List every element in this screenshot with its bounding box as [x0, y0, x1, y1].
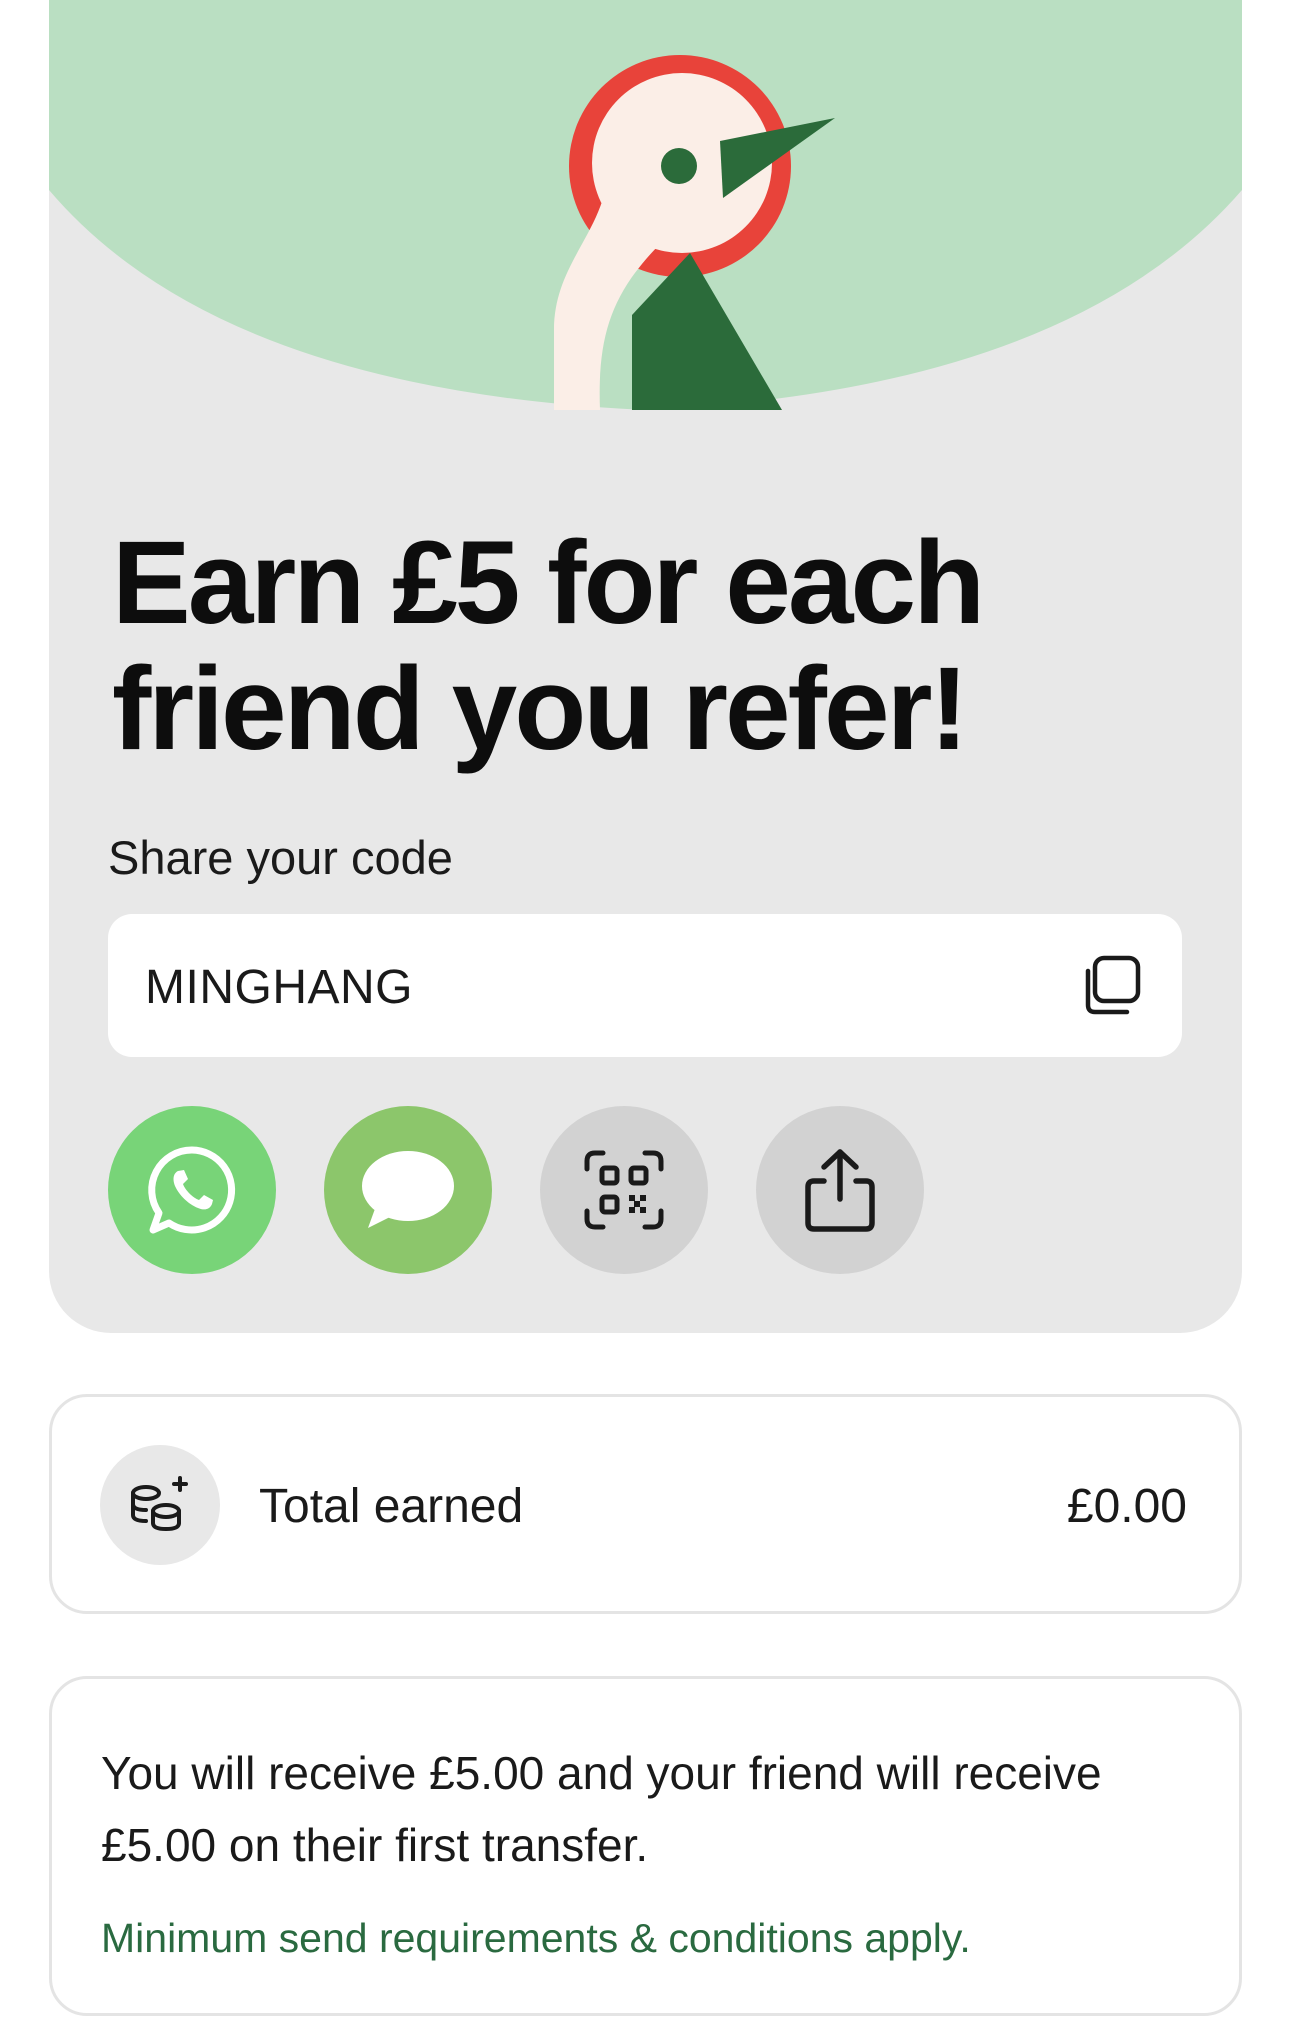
messages-share-button[interactable]: [324, 1106, 492, 1274]
headline-line-1: Earn £5 for each: [112, 517, 985, 649]
share-icon: [805, 1149, 875, 1232]
total-earned-value: £0.00: [1066, 1480, 1187, 1533]
referral-headline: Earn £5 for each friend you refer!: [112, 520, 1172, 772]
coins-avatar: [100, 1445, 220, 1565]
copy-icon: [1085, 955, 1141, 1015]
total-earned-label: Total earned: [259, 1480, 524, 1533]
share-code-label: Share your code: [108, 831, 453, 884]
referral-hero-card: Earn £5 for each friend you refer! Share…: [49, 0, 1242, 1333]
referral-info-card: You will receive £5.00 and your friend w…: [49, 1676, 1242, 2016]
qr-code-icon: [584, 1150, 664, 1230]
qr-code-share-button[interactable]: [540, 1106, 708, 1274]
referral-code-field[interactable]: MINGHANG: [108, 914, 1182, 1057]
whatsapp-share-button[interactable]: [108, 1106, 276, 1274]
coins-icon: [131, 1476, 188, 1532]
copy-code-button[interactable]: [1076, 950, 1146, 1020]
whatsapp-icon: [148, 1146, 236, 1234]
woodpecker-illustration: [49, 0, 1242, 410]
terms-conditions-link[interactable]: Minimum send requirements & conditions a…: [101, 1915, 971, 1962]
referral-code-value: MINGHANG: [145, 961, 413, 1014]
total-earned-card: Total earned £0.00: [49, 1394, 1242, 1614]
message-bubble-icon: [362, 1151, 454, 1228]
system-share-button[interactable]: [756, 1106, 924, 1274]
referral-reward-description: You will receive £5.00 and your friend w…: [101, 1747, 1102, 1871]
headline-line-2: friend you refer!: [112, 643, 969, 775]
